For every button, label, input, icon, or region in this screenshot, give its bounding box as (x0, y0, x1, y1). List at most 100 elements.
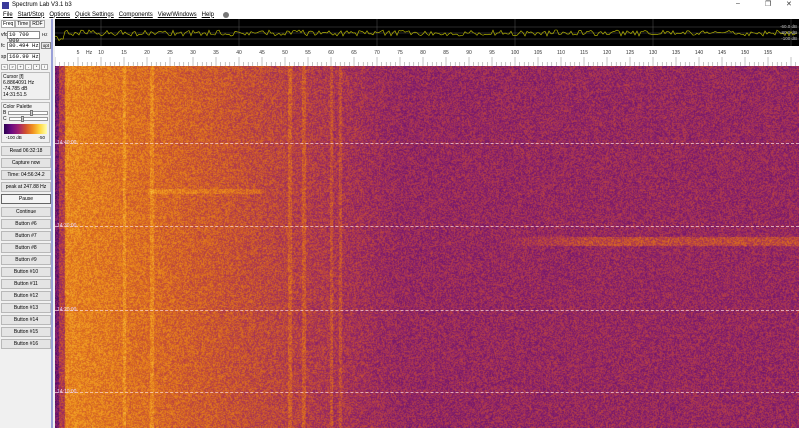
panel-button[interactable]: Button #14 (1, 315, 51, 325)
palette-max: -50 (38, 135, 45, 141)
button-list: Read 06:32:18 Capture now Time: 04:56:34.2… (0, 146, 51, 349)
cursor-time: 14:31:51.5 (3, 92, 48, 98)
menu-quick-settings[interactable]: Quick Settings (75, 12, 114, 18)
scale-label: 20 (144, 50, 150, 56)
span-label: sp (0, 54, 7, 60)
scale-label: 40 (236, 50, 242, 56)
freq-step-buttons: < > + - * / (0, 64, 51, 70)
scale-label: 5 (77, 50, 80, 56)
panel-button[interactable]: Button #7 (1, 231, 51, 241)
panel-button[interactable]: Button #6 (1, 219, 51, 229)
window-title: Spectrum Lab V3.1 b3 (12, 2, 72, 8)
panel-button[interactable]: Button #13 (1, 303, 51, 313)
scale-label: 35 (213, 50, 219, 56)
contrast-slider[interactable] (9, 117, 48, 121)
scale-label: 30 (190, 50, 196, 56)
panel-button[interactable]: Button #16 (1, 339, 51, 349)
scale-label: 125 (626, 50, 635, 56)
menu-start-stop[interactable]: Start/Stop (18, 12, 45, 18)
time-marker-line (55, 392, 799, 393)
vfo-input[interactable]: 10 700 000 (7, 31, 40, 39)
scale-label: 70 (374, 50, 380, 56)
step-button[interactable]: / (41, 64, 48, 70)
scale-label: 55 (305, 50, 311, 56)
panel-button[interactable]: Read 06:32:18 (1, 146, 51, 156)
palette-min: -100 dB (6, 135, 22, 141)
scale-label: 105 (534, 50, 543, 56)
panel-button[interactable]: Button #15 (1, 327, 51, 337)
panel-button[interactable]: Button #8 (1, 243, 51, 253)
scale-label: 80 (420, 50, 426, 56)
close-button[interactable]: ✕ (786, 0, 792, 8)
span-field: sp 160.99 Hz (0, 52, 51, 61)
panel-button[interactable]: Pause (1, 194, 51, 204)
panel-button[interactable]: Time: 04:56:34.2 (1, 170, 51, 180)
cursor-info: Cursor [f] 6.8864091 Hz -74.785 dB 14:31… (1, 72, 50, 100)
scale-label: 100 (511, 50, 520, 56)
scale-label: 90 (466, 50, 472, 56)
tab-rdf[interactable]: RDF (30, 20, 44, 28)
step-button[interactable]: < (1, 64, 8, 70)
tab-time[interactable]: Time (15, 20, 30, 28)
waterfall-display[interactable] (55, 66, 799, 428)
fc-label: fc (0, 43, 7, 49)
scale-label: 15 (121, 50, 127, 56)
fc-options-button[interactable]: opt (41, 42, 51, 49)
frequency-scale[interactable]: 5 Hz 10 15 20 25 30 35 40 45 50 55 60 65 70 75 80 85 90 95 1… (55, 46, 799, 66)
panel-button[interactable]: peak at 247.88 Hz (1, 182, 51, 192)
scale-label: 135 (672, 50, 681, 56)
globe-icon[interactable] (223, 12, 229, 18)
step-button[interactable]: - (25, 64, 32, 70)
scale-label: 120 (603, 50, 612, 56)
fc-input[interactable]: 80.494 Hz (7, 42, 40, 50)
scale-label: 10 (98, 50, 104, 56)
scale-label: 130 (649, 50, 658, 56)
panel-button[interactable]: Button #10 (1, 267, 51, 277)
brightness-slider[interactable] (8, 111, 48, 115)
step-button[interactable]: + (17, 64, 24, 70)
scale-label: 60 (328, 50, 334, 56)
minimize-button[interactable]: – (736, 0, 740, 7)
scale-label: 25 (167, 50, 173, 56)
control-panel: Freq Time RDF vfo 10 700 000 Hz fc 80.49… (0, 19, 53, 428)
vfo-unit: Hz (42, 32, 48, 37)
menu-view-windows[interactable]: View/Windows (158, 12, 197, 18)
panel-button[interactable]: Button #11 (1, 279, 51, 289)
step-button[interactable]: > (9, 64, 16, 70)
panel-button[interactable]: Continue (1, 207, 51, 217)
panel-button[interactable]: Capture now (1, 158, 51, 168)
db-label: -100 dB (781, 36, 797, 41)
scale-label: 65 (351, 50, 357, 56)
db-label: -60.0 dB (780, 24, 797, 29)
time-marker-line (55, 310, 799, 311)
scale-label: 150 (741, 50, 750, 56)
slider-thumb[interactable] (21, 116, 24, 122)
fc-field: fc 80.494 Hz opt (0, 41, 51, 50)
panel-button[interactable]: Button #9 (1, 255, 51, 265)
step-button[interactable]: * (33, 64, 40, 70)
scale-label: 85 (443, 50, 449, 56)
color-palette-bar (4, 124, 47, 134)
spectrum-graph[interactable] (55, 19, 799, 46)
menu-bar: File Start/Stop Options Quick Settings C… (0, 10, 799, 19)
scale-label: 50 (282, 50, 288, 56)
contrast-label: C (3, 116, 7, 122)
time-marker-line (55, 226, 799, 227)
scale-label: 115 (580, 50, 588, 56)
menu-options[interactable]: Options (49, 12, 70, 18)
maximize-button[interactable]: ❐ (765, 0, 771, 8)
menu-file[interactable]: File (3, 12, 13, 18)
scale-label: 95 (489, 50, 495, 56)
menu-components[interactable]: Components (119, 12, 153, 18)
span-input[interactable]: 160.99 Hz (7, 53, 40, 61)
panel-button[interactable]: Button #12 (1, 291, 51, 301)
slider-thumb[interactable] (30, 110, 33, 116)
scale-label: 155 (764, 50, 773, 56)
scale-unit: Hz (86, 50, 93, 56)
vfo-label: vfo (0, 32, 7, 38)
db-label: -80.0 dB (780, 30, 797, 35)
scale-label: 145 (718, 50, 727, 56)
tab-freq[interactable]: Freq (1, 20, 15, 28)
menu-help[interactable]: Help (202, 12, 214, 18)
scale-label: 75 (397, 50, 403, 56)
